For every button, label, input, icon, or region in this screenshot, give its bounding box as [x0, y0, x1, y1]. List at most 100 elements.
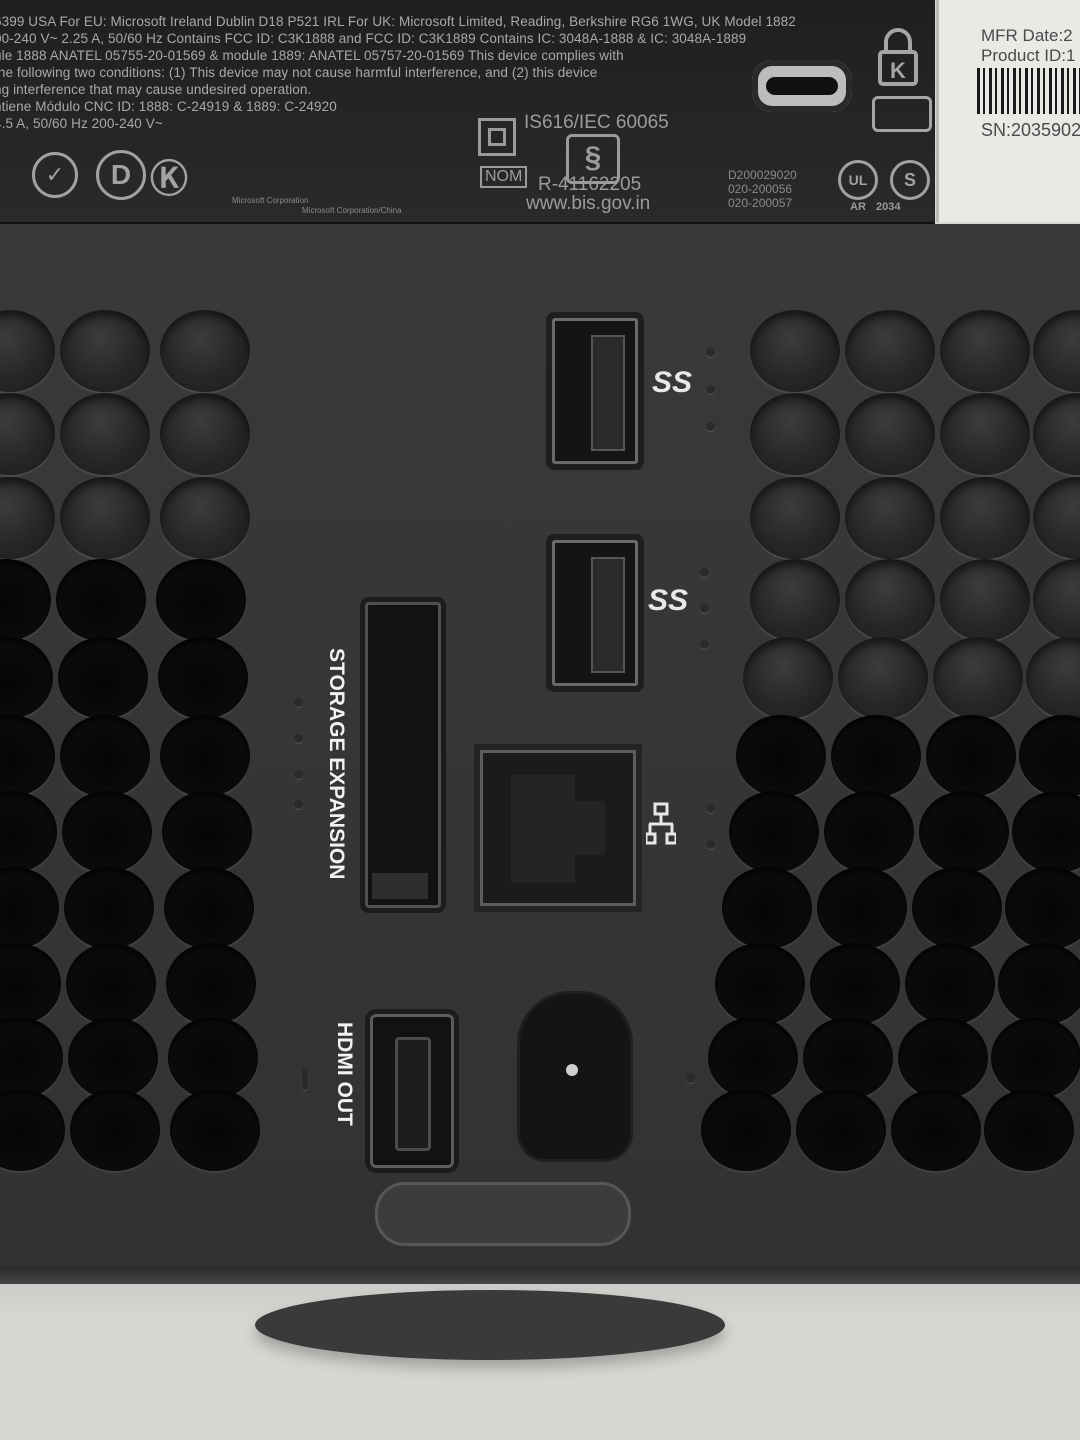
usb-a-port-bottom[interactable]	[552, 540, 638, 686]
vent-hole	[162, 791, 252, 873]
hdmi-out-port[interactable]	[370, 1014, 454, 1168]
vent-hole	[750, 393, 840, 475]
vent-hole	[838, 637, 928, 719]
vent-hole	[62, 791, 152, 873]
vent-hole	[817, 867, 907, 949]
regulatory-small-text: Microsoft Corporation/China	[302, 206, 402, 215]
code-text: D200029020	[728, 168, 797, 182]
vent-hole	[66, 943, 156, 1025]
ethernet-port[interactable]	[480, 750, 636, 906]
vent-hole	[940, 559, 1030, 641]
hdmi-out-label: HDMI OUT	[333, 1022, 356, 1126]
vent-hole	[845, 477, 935, 559]
regulatory-line: 00-240 V~ 2.25 A, 50/60 Hz Contains FCC …	[0, 31, 747, 46]
power-port[interactable]	[520, 994, 630, 1159]
vent-hole	[919, 791, 1009, 873]
regulatory-line: ng interference that may cause undesired…	[0, 82, 312, 97]
panel-bottom-edge	[0, 1266, 1080, 1284]
vent-hole	[912, 867, 1002, 949]
vent-hole	[803, 1017, 893, 1099]
vent-hole	[824, 791, 914, 873]
vent-hole	[750, 310, 840, 392]
vent-hole	[170, 1089, 260, 1171]
superspeed-usb-icon: SS	[648, 584, 689, 617]
usb-a-port-top[interactable]	[552, 318, 638, 464]
manufacturing-sticker: MFR Date:2 Product ID:1 SN:2035902	[936, 0, 1080, 222]
vent-hole	[68, 1017, 158, 1099]
vent-hole	[708, 1017, 798, 1099]
vent-hole	[933, 637, 1023, 719]
ce-mark-icon: ✓	[32, 152, 78, 198]
website-text: www.bis.gov.in	[526, 193, 651, 214]
serial-number: SN:2035902	[981, 120, 1080, 140]
vent-hole	[940, 310, 1030, 392]
indicator-dot	[294, 800, 303, 809]
vent-hole	[940, 393, 1030, 475]
regulatory-line: the following two conditions: (1) This d…	[0, 65, 598, 80]
vent-hole	[984, 1089, 1074, 1171]
svg-text:K: K	[890, 58, 906, 83]
ul-mark-icon: UL	[838, 160, 878, 200]
ethernet-icon	[646, 802, 676, 845]
vent-hole	[60, 393, 150, 475]
vent-hole	[60, 715, 150, 797]
vent-hole	[940, 477, 1030, 559]
ul-sub-text: AR	[850, 201, 866, 213]
indicator-dot	[294, 698, 303, 707]
kc-mark-icon: Ⓚ	[150, 159, 189, 201]
vent-hole	[166, 943, 256, 1025]
vent-hole	[898, 1017, 988, 1099]
regulatory-line: ntiene Módulo CNC ID: 1888: C-24919 & 18…	[0, 99, 337, 114]
indicator-dot	[700, 640, 709, 649]
standard-text: IS616/IEC 60065	[524, 112, 669, 133]
regulatory-line: ule 1888 ANATEL 05755-20-01569 & module …	[0, 48, 624, 63]
vent-hole	[168, 1017, 258, 1099]
regulatory-small-text: Microsoft Corporation	[232, 196, 309, 205]
vent-hole	[845, 559, 935, 641]
regulatory-line: 4.5 A, 50/60 Hz 200-240 V~	[0, 116, 163, 131]
indicator-dot	[294, 770, 303, 779]
vent-hole	[160, 715, 250, 797]
indicator-dot	[294, 734, 303, 743]
indicator-dot	[700, 604, 709, 613]
nom-mark: NOM	[480, 166, 528, 188]
vent-hole	[60, 310, 150, 392]
indicator-dot	[706, 348, 715, 357]
vent-hole	[160, 393, 250, 475]
product-id: Product ID:1	[981, 46, 1076, 65]
vent-hole	[810, 943, 900, 1025]
vent-hole	[156, 559, 246, 641]
vent-hole	[831, 715, 921, 797]
indicator-dot	[706, 804, 715, 813]
vent-hole	[729, 791, 819, 873]
kensington-lock-icon: K	[878, 28, 918, 86]
vent-hole	[845, 393, 935, 475]
vent-hole	[160, 477, 250, 559]
vent-hole	[750, 477, 840, 559]
vent-hole	[715, 943, 805, 1025]
storage-expansion-label: STORAGE EXPANSION	[325, 648, 348, 880]
code-text: 020-200056	[728, 182, 793, 196]
vent-hole	[64, 867, 154, 949]
vent-hole	[926, 715, 1016, 797]
vent-hole	[998, 943, 1080, 1025]
vent-hole	[891, 1089, 981, 1171]
storage-expansion-slot[interactable]	[365, 602, 441, 908]
vent-hole	[60, 477, 150, 559]
vent-hole	[158, 637, 248, 719]
vent-hole	[750, 559, 840, 641]
superspeed-usb-icon: SS	[652, 366, 693, 399]
barcode	[977, 68, 1080, 114]
usb-c-port[interactable]	[752, 60, 852, 112]
indicator-dot	[706, 385, 715, 394]
regulatory-label: 6399 USA For EU: Microsoft Ireland Dubli…	[0, 0, 935, 224]
console-stand	[255, 1290, 725, 1360]
vent-hole	[796, 1089, 886, 1171]
code-text: 020-200057	[728, 196, 793, 210]
cert-d-mark-icon: D	[96, 150, 146, 200]
vent-hole	[56, 559, 146, 641]
vent-hole	[991, 1017, 1080, 1099]
indicator-dot	[700, 568, 709, 577]
vent-hole	[164, 867, 254, 949]
regulatory-line: 6399 USA For EU: Microsoft Ireland Dubli…	[0, 14, 796, 29]
